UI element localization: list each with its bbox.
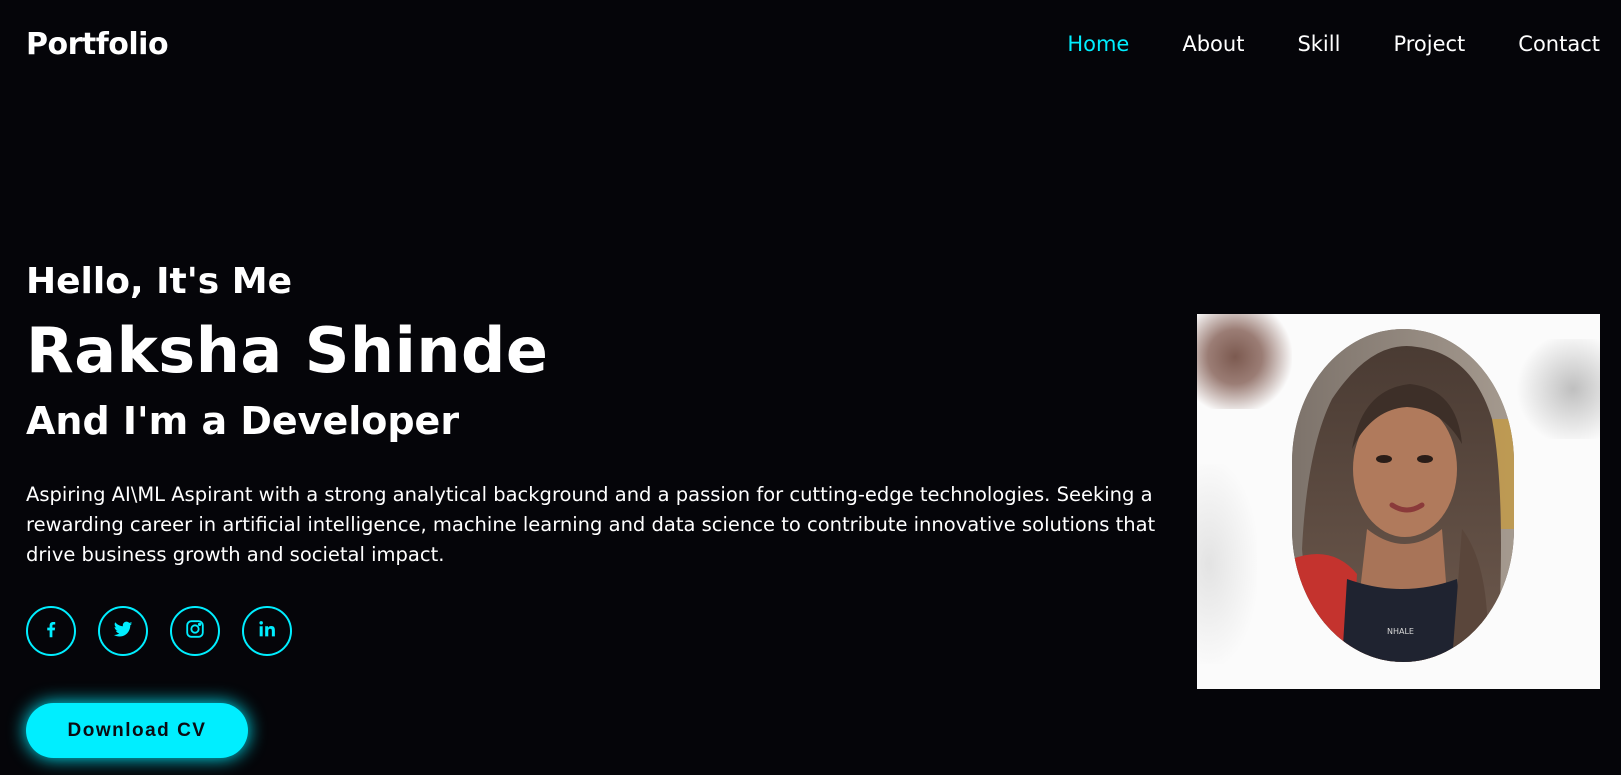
hero-description: Aspiring AI\ML Aspirant with a strong an… xyxy=(26,483,1156,566)
nav-home[interactable]: Home xyxy=(1067,32,1129,56)
download-cv-button[interactable]: Download CV xyxy=(26,703,248,758)
photo-blur-decoration xyxy=(1197,464,1257,664)
instagram-link[interactable] xyxy=(170,606,220,656)
linkedin-link[interactable] xyxy=(242,606,292,656)
hero-greeting: Hello, It's Me xyxy=(26,261,292,302)
linkedin-icon xyxy=(256,618,278,644)
facebook-icon xyxy=(40,618,62,644)
svg-text:NHALE: NHALE xyxy=(1387,627,1414,636)
site-logo[interactable]: Portfolio xyxy=(26,27,169,62)
photo-blur-decoration xyxy=(1510,339,1600,439)
main-nav: Home About Skill Project Contact xyxy=(1014,32,1600,56)
facebook-link[interactable] xyxy=(26,606,76,656)
nav-project[interactable]: Project xyxy=(1393,32,1465,56)
hero-section: Hello, It's Me Raksha Shinde And I'm a D… xyxy=(26,258,1196,656)
hero-name: Raksha Shinde xyxy=(26,314,549,387)
nav-contact[interactable]: Contact xyxy=(1518,32,1600,56)
profile-photo-frame: NHALE xyxy=(1197,314,1600,689)
profile-photo: NHALE xyxy=(1292,329,1514,662)
social-links xyxy=(26,606,1196,656)
instagram-icon xyxy=(184,618,206,644)
twitter-icon xyxy=(112,618,134,644)
nav-skill[interactable]: Skill xyxy=(1297,32,1340,56)
photo-blur-decoration xyxy=(1197,314,1292,409)
site-header: Portfolio Home About Skill Project Conta… xyxy=(0,0,1621,88)
nav-about[interactable]: About xyxy=(1182,32,1244,56)
twitter-link[interactable] xyxy=(98,606,148,656)
hero-role: And I'm a Developer xyxy=(26,399,460,443)
